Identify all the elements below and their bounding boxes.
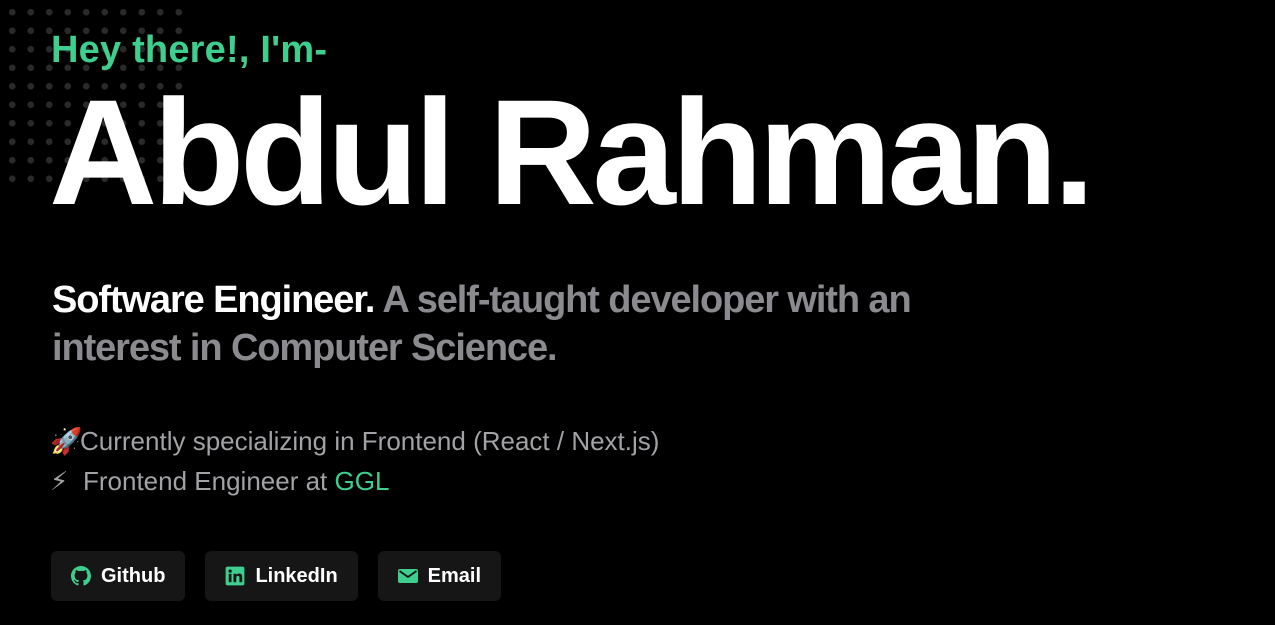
company-link[interactable]: GGL	[335, 466, 390, 496]
list-item: ⚡ Frontend Engineer at GGL	[50, 461, 659, 501]
github-button[interactable]: Github	[51, 551, 186, 601]
hero-page: Hey there!, I'm- Abdul Rahman. Software …	[0, 0, 1275, 625]
lightning-icon: ⚡	[50, 466, 69, 496]
tagline: Software Engineer. A self-taught develop…	[52, 276, 1012, 372]
github-icon	[71, 566, 91, 586]
hero-name: Abdul Rahman.	[49, 68, 1095, 236]
mail-icon	[397, 566, 418, 586]
email-label: Email	[427, 564, 482, 587]
highlights-list: 🚀Currently specializing in Frontend (Rea…	[50, 421, 659, 501]
rocket-icon: 🚀	[50, 426, 83, 456]
greeting: Hey there!, I'm-	[51, 29, 328, 71]
specialization-text: Currently specializing in Frontend (Reac…	[80, 426, 660, 456]
role-text: Software Engineer.	[52, 279, 375, 321]
github-label: Github	[101, 564, 166, 587]
social-buttons: Github LinkedIn Email	[51, 551, 502, 601]
job-text: Frontend Engineer at	[83, 466, 335, 496]
linkedin-icon	[225, 566, 245, 586]
linkedin-button[interactable]: LinkedIn	[205, 551, 358, 601]
list-item: 🚀Currently specializing in Frontend (Rea…	[50, 421, 659, 461]
email-button[interactable]: Email	[377, 551, 502, 601]
linkedin-label: LinkedIn	[255, 564, 338, 587]
